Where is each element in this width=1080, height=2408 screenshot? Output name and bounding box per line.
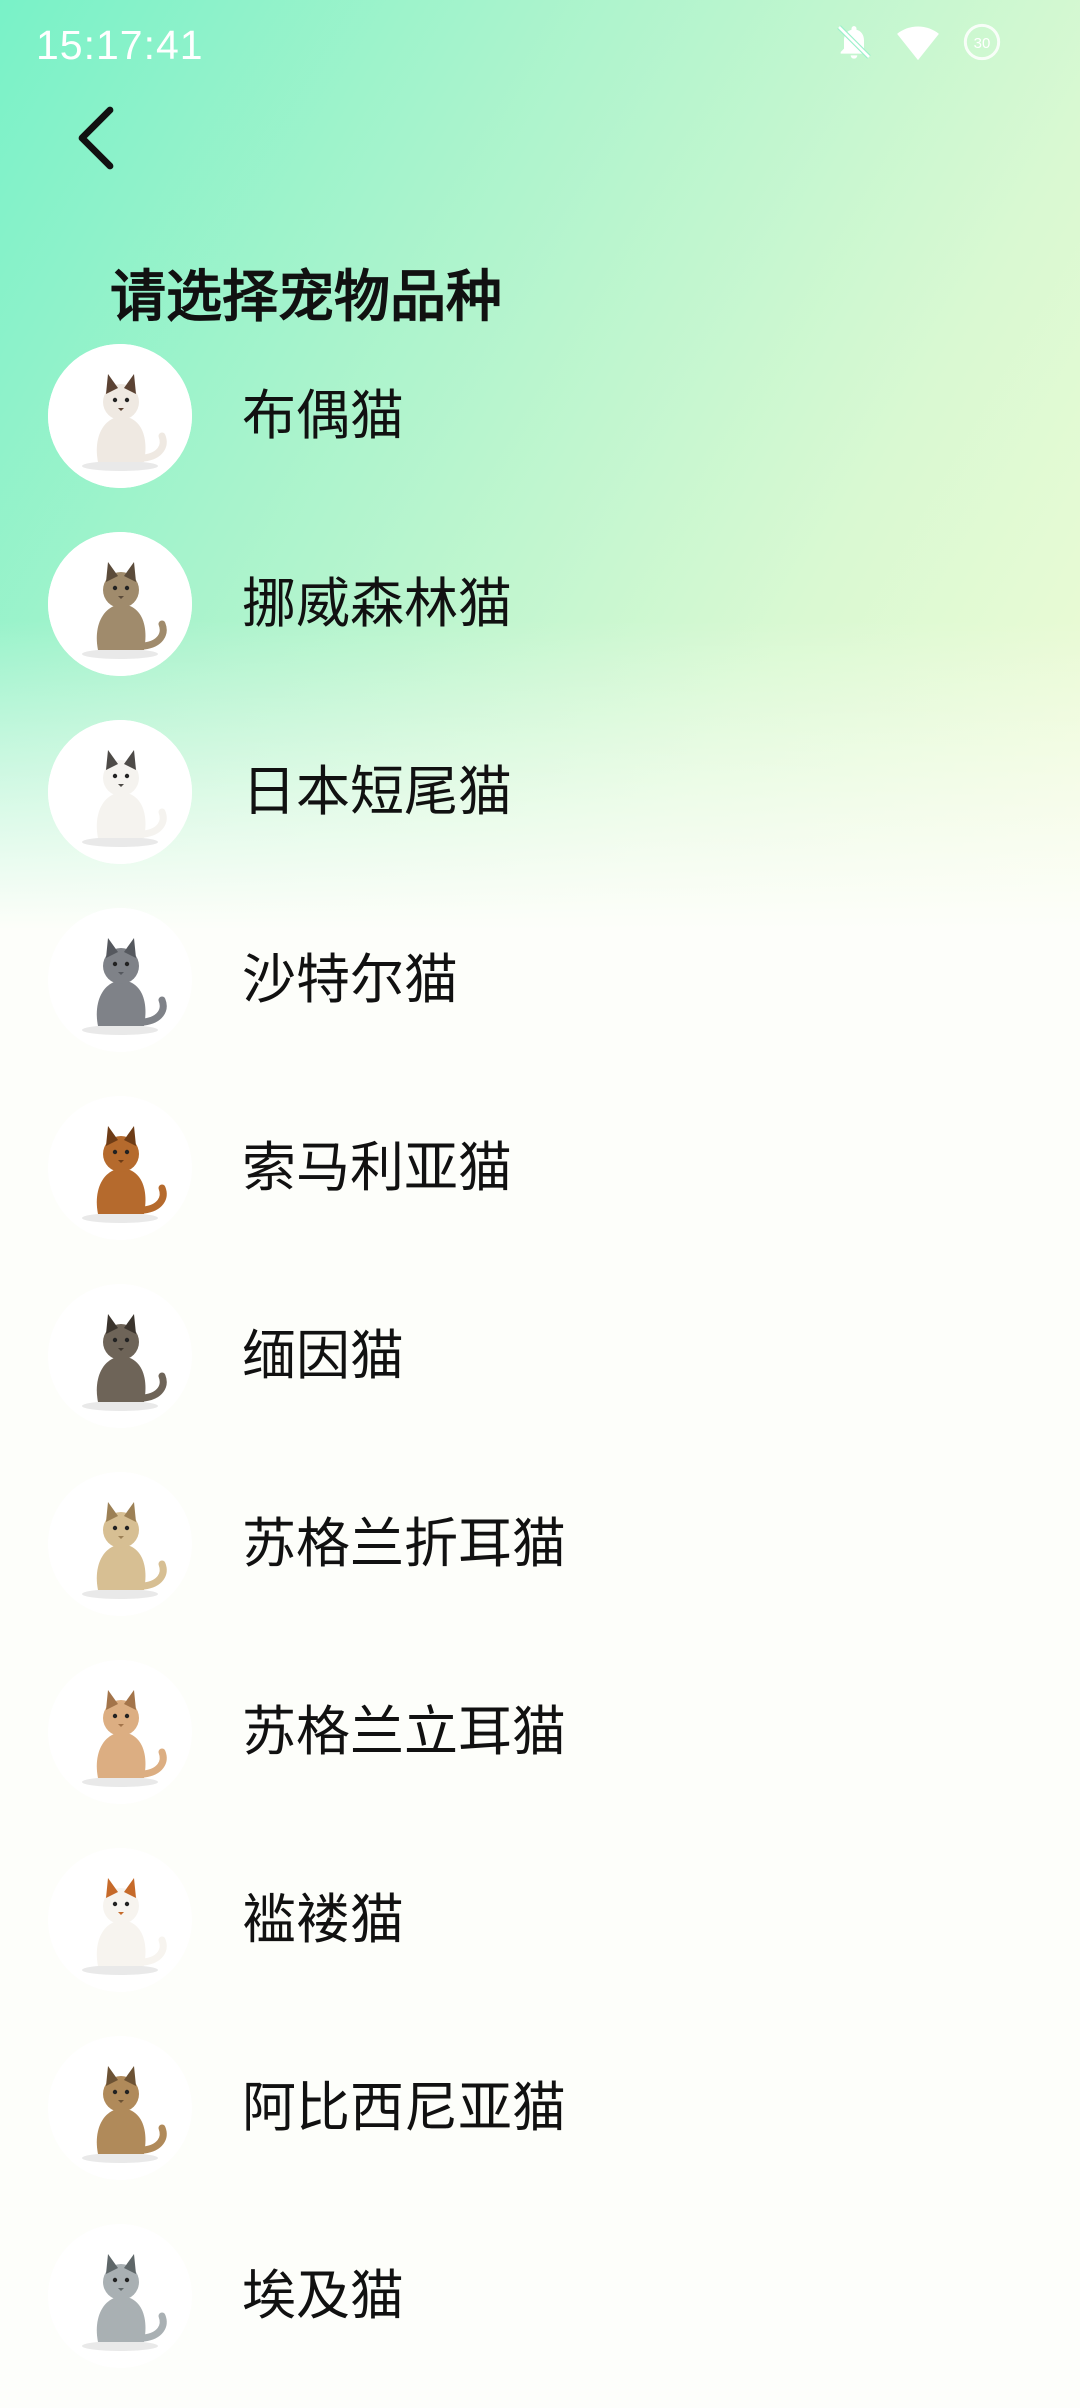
- cat-photo-icon: [48, 2224, 192, 2368]
- cat-photo-icon: [48, 532, 192, 676]
- breed-item[interactable]: 缅因猫: [0, 1280, 1080, 1468]
- breed-item[interactable]: 布偶猫: [0, 340, 1080, 528]
- breed-name: 苏格兰立耳猫: [242, 1700, 566, 1763]
- status-icons: 30: [834, 22, 1002, 62]
- cat-avatar: [48, 344, 192, 488]
- breed-item[interactable]: 苏格兰立耳猫: [0, 1656, 1080, 1844]
- breed-item[interactable]: 索马利亚猫: [0, 1092, 1080, 1280]
- page-title: 请选择宠物品种: [110, 264, 502, 330]
- breed-name: 苏格兰折耳猫: [242, 1512, 566, 1575]
- breed-item[interactable]: 褴褛猫: [0, 1844, 1080, 2032]
- chevron-left-icon: [74, 106, 118, 174]
- cat-avatar: [48, 1660, 192, 1804]
- cat-avatar: [48, 908, 192, 1052]
- cat-photo-icon: [48, 1096, 192, 1240]
- breed-item[interactable]: 阿比西尼亚猫: [0, 2032, 1080, 2220]
- status-bar: 15:17:41 30: [0, 0, 1080, 92]
- cat-photo-icon: [48, 1284, 192, 1428]
- data-saver-icon: 30: [962, 22, 1002, 62]
- breed-item[interactable]: 埃及猫: [0, 2220, 1080, 2408]
- breed-name: 阿比西尼亚猫: [242, 2076, 566, 2139]
- cat-avatar: [48, 1284, 192, 1428]
- breed-name: 沙特尔猫: [242, 948, 458, 1011]
- breed-name: 布偶猫: [242, 384, 404, 447]
- cat-photo-icon: [48, 908, 192, 1052]
- breed-item[interactable]: 沙特尔猫: [0, 904, 1080, 1092]
- breed-name: 挪威森林猫: [242, 572, 512, 635]
- wifi-icon: [896, 22, 940, 62]
- breed-name: 日本短尾猫: [242, 760, 512, 823]
- cat-avatar: [48, 2036, 192, 2180]
- breed-name: 埃及猫: [242, 2264, 404, 2327]
- cat-photo-icon: [48, 1472, 192, 1616]
- cat-photo-icon: [48, 2036, 192, 2180]
- breed-name: 褴褛猫: [242, 1888, 404, 1951]
- bell-off-icon: [834, 22, 874, 62]
- cat-avatar: [48, 1472, 192, 1616]
- cat-photo-icon: [48, 1660, 192, 1804]
- back-button[interactable]: [56, 100, 136, 180]
- breed-name: 索马利亚猫: [242, 1136, 512, 1199]
- cat-photo-icon: [48, 720, 192, 864]
- cat-photo-icon: [48, 344, 192, 488]
- breed-item[interactable]: 日本短尾猫: [0, 716, 1080, 904]
- svg-text:30: 30: [974, 35, 991, 52]
- cat-avatar: [48, 1096, 192, 1240]
- cat-photo-icon: [48, 1848, 192, 1992]
- cat-avatar: [48, 2224, 192, 2368]
- breed-item[interactable]: 苏格兰折耳猫: [0, 1468, 1080, 1656]
- cat-avatar: [48, 720, 192, 864]
- status-time: 15:17:41: [36, 22, 204, 68]
- breed-list: 布偶猫挪威森林猫日本短尾猫沙特尔猫索马利亚猫缅因猫苏格兰折耳猫 苏格兰立耳猫 褴褛猫…: [0, 340, 1080, 2408]
- breed-name: 缅因猫: [242, 1324, 404, 1387]
- cat-avatar: [48, 1848, 192, 1992]
- cat-avatar: [48, 532, 192, 676]
- breed-item[interactable]: 挪威森林猫: [0, 528, 1080, 716]
